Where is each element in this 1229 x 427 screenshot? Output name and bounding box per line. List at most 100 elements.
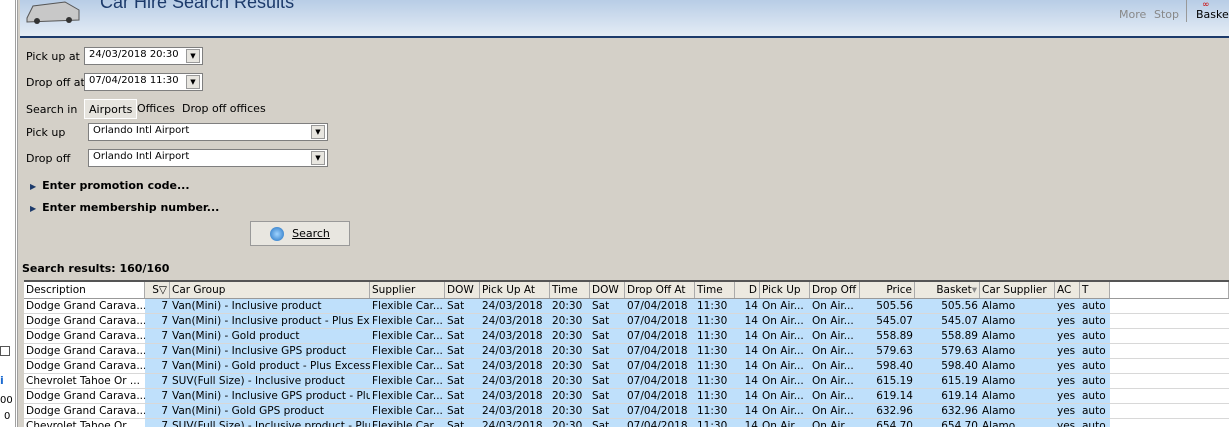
column-header[interactable]: Drop Off At xyxy=(625,282,695,298)
table-row[interactable]: Dodge Grand Carava... 7 Van(Mini) - Inclus… xyxy=(24,389,1229,404)
table-cell: 505.56 xyxy=(860,299,915,313)
table-cell: 07/04/2018 xyxy=(625,359,695,373)
filter-icon[interactable]: ▽ xyxy=(159,284,167,296)
column-header[interactable]: D xyxy=(735,282,760,298)
column-header[interactable]: Price xyxy=(860,282,915,298)
table-cell: Alamo xyxy=(980,419,1055,427)
column-header[interactable]: Supplier xyxy=(370,282,445,298)
table-cell: Van(Mini) - Gold product - Plus Excess..… xyxy=(170,359,370,373)
column-header[interactable]: T xyxy=(1080,282,1110,298)
table-cell: 11:30 xyxy=(695,329,735,343)
table-cell: 14 xyxy=(735,344,760,358)
left-value: 0 xyxy=(4,411,11,422)
column-header[interactable]: Description xyxy=(24,282,145,298)
table-cell: Van(Mini) - Inclusive product xyxy=(170,299,370,313)
table-cell: Van(Mini) - Inclusive GPS product xyxy=(170,344,370,358)
column-header[interactable]: Basket▾ xyxy=(915,282,980,298)
table-cell: yes xyxy=(1055,374,1080,388)
table-cell: 7 xyxy=(145,329,170,343)
tab-offices[interactable]: Offices xyxy=(134,99,178,119)
tab-airports[interactable]: Airports xyxy=(84,99,138,119)
table-cell: 619.14 xyxy=(860,389,915,403)
empty-cell xyxy=(1110,314,1229,328)
table-cell: 24/03/2018 xyxy=(480,359,550,373)
table-row[interactable]: Dodge Grand Carava... 7 Van(Mini) - Gold p… xyxy=(24,329,1229,344)
table-cell: Flexible Car... xyxy=(370,389,445,403)
table-cell: 615.19 xyxy=(915,374,980,388)
table-cell: Flexible Car... xyxy=(370,344,445,358)
table-cell: Sat xyxy=(445,419,480,427)
basket-button[interactable]: Basket xyxy=(1196,8,1229,21)
table-cell: 579.63 xyxy=(860,344,915,358)
table-row[interactable]: Chevrolet Tahoe Or ... 7 SUV(Full Size) - … xyxy=(24,419,1229,427)
page-title: Car Hire Search Results xyxy=(100,0,295,12)
dropdown-icon[interactable]: ▼ xyxy=(311,151,325,165)
column-header[interactable]: Time xyxy=(550,282,590,298)
table-row[interactable]: Dodge Grand Carava... 7 Van(Mini) - Inclus… xyxy=(24,314,1229,329)
promotion-code-expander[interactable]: ▶ Enter promotion code... xyxy=(30,179,190,192)
table-cell: 20:30 xyxy=(550,329,590,343)
pickup-at-field[interactable]: 24/03/2018 20:30 ▼ xyxy=(84,47,203,65)
table-cell: 615.19 xyxy=(860,374,915,388)
column-header[interactable]: Car Group xyxy=(170,282,370,298)
table-cell: 14 xyxy=(735,329,760,343)
table-cell: 24/03/2018 xyxy=(480,389,550,403)
empty-cell xyxy=(1110,359,1229,373)
dropoff-select[interactable]: Orlando Intl Airport ▼ xyxy=(88,149,328,167)
search-button[interactable]: Search xyxy=(250,221,350,246)
dropdown-icon[interactable]: ▼ xyxy=(186,75,200,89)
more-button[interactable]: More xyxy=(1119,8,1146,21)
table-cell: Sat xyxy=(445,314,480,328)
stop-button[interactable]: Stop xyxy=(1154,8,1179,21)
empty-cell xyxy=(1110,299,1229,313)
column-header[interactable]: Pick Up At xyxy=(480,282,550,298)
table-row[interactable]: Chevrolet Tahoe Or ... 7 SUV(Full Size) - … xyxy=(24,374,1229,389)
column-header[interactable]: Pick Up xyxy=(760,282,810,298)
table-cell: Dodge Grand Carava... xyxy=(24,299,145,313)
pickup-label: Pick up xyxy=(26,126,66,139)
tab-drop-off-offices[interactable]: Drop off offices xyxy=(179,99,269,119)
column-header[interactable]: Time xyxy=(695,282,735,298)
column-header[interactable]: Car Supplier xyxy=(980,282,1055,298)
promotion-code-label: Enter promotion code... xyxy=(42,179,190,192)
dropdown-icon[interactable]: ▼ xyxy=(311,125,325,139)
table-cell: 579.63 xyxy=(915,344,980,358)
table-cell: 11:30 xyxy=(695,314,735,328)
dropoff-label: Drop off xyxy=(26,152,71,165)
column-header[interactable]: Drop Off xyxy=(810,282,860,298)
dropdown-icon[interactable]: ▼ xyxy=(186,49,200,63)
dropoff-at-field[interactable]: 07/04/2018 11:30 ▼ xyxy=(84,73,203,91)
table-cell: auto xyxy=(1080,359,1110,373)
table-cell: 632.96 xyxy=(860,404,915,418)
column-header[interactable]: S▽ xyxy=(145,282,170,298)
table-cell: 558.89 xyxy=(915,329,980,343)
table-cell: 20:30 xyxy=(550,374,590,388)
table-cell: 07/04/2018 xyxy=(625,314,695,328)
table-cell: On Air... xyxy=(760,374,810,388)
table-row[interactable]: Dodge Grand Carava... 7 Van(Mini) - Inclus… xyxy=(24,299,1229,314)
table-cell: yes xyxy=(1055,344,1080,358)
column-header[interactable]: DOW xyxy=(590,282,625,298)
results-grid[interactable]: Description S▽ Car Group Supplier DOW Pick Up… xyxy=(24,280,1229,427)
membership-number-expander[interactable]: ▶ Enter membership number... xyxy=(30,201,219,214)
table-cell: 20:30 xyxy=(550,299,590,313)
empty-cell xyxy=(1110,419,1229,427)
table-cell: Alamo xyxy=(980,314,1055,328)
table-cell: 11:30 xyxy=(695,374,735,388)
table-cell: 24/03/2018 xyxy=(480,344,550,358)
table-cell: On Air... xyxy=(810,404,860,418)
table-cell: yes xyxy=(1055,359,1080,373)
table-cell: On Air... xyxy=(760,314,810,328)
table-cell: Sat xyxy=(590,374,625,388)
column-header[interactable]: AC xyxy=(1055,282,1080,298)
table-row[interactable]: Dodge Grand Carava... 7 Van(Mini) - Gold G… xyxy=(24,404,1229,419)
pickup-value: Orlando Intl Airport xyxy=(93,125,190,136)
column-header[interactable]: DOW xyxy=(445,282,480,298)
table-row[interactable]: Dodge Grand Carava... 7 Van(Mini) - Inclus… xyxy=(24,344,1229,359)
table-row[interactable]: Dodge Grand Carava... 7 Van(Mini) - Gold p… xyxy=(24,359,1229,374)
table-cell: 07/04/2018 xyxy=(625,329,695,343)
table-cell: 20:30 xyxy=(550,419,590,427)
results-count: Search results: 160/160 xyxy=(22,262,170,275)
table-cell: Flexible Car... xyxy=(370,299,445,313)
pickup-select[interactable]: Orlando Intl Airport ▼ xyxy=(88,123,328,141)
